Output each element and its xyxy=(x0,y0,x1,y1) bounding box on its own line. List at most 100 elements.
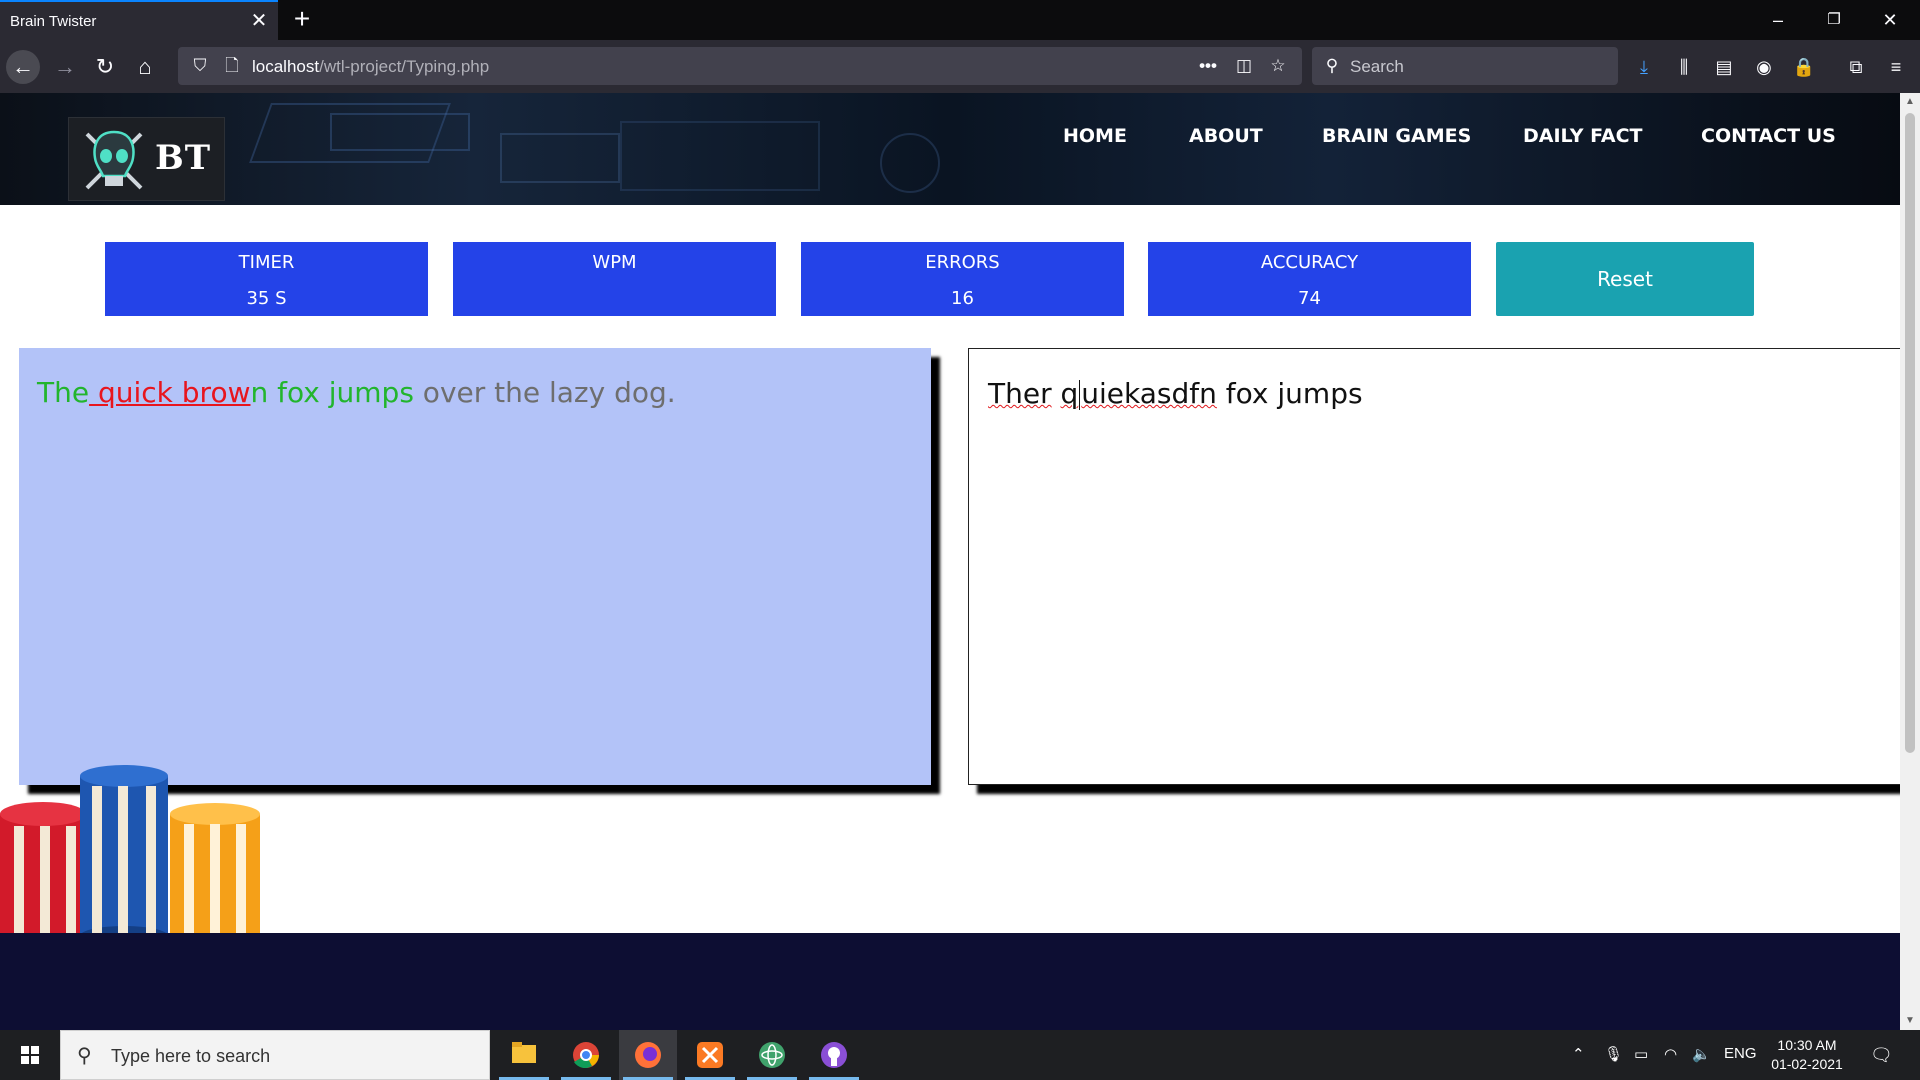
url-host: localhost xyxy=(252,57,320,76)
search-bar[interactable]: ⚲ Search xyxy=(1312,47,1618,85)
shield-icon[interactable]: ⛉ xyxy=(188,54,212,78)
correct-text: The xyxy=(37,376,90,409)
firefox-icon[interactable] xyxy=(619,1030,677,1080)
wifi-icon[interactable]: ◠ xyxy=(1664,1045,1677,1063)
extension-lock-icon[interactable]: 🔒 xyxy=(1790,53,1818,81)
header-deco xyxy=(330,113,470,151)
target-text: The quick brown fox jumps over the lazy … xyxy=(37,376,676,409)
page-scrollbar[interactable]: ▲ ▼ xyxy=(1900,93,1920,1030)
nav-about[interactable]: ABOUT xyxy=(1189,125,1263,147)
tab-close-icon[interactable]: ✕ xyxy=(248,10,270,32)
sidebar-icon[interactable]: ▤ xyxy=(1710,53,1738,81)
volume-icon[interactable]: 🔈 xyxy=(1692,1045,1711,1063)
battery-icon[interactable]: ▭ xyxy=(1634,1045,1648,1063)
errors-label: ERRORS xyxy=(925,252,1000,273)
remaining-text: over the lazy dog. xyxy=(413,376,676,409)
accuracy-value: 74 xyxy=(1298,288,1321,309)
page-actions-icon[interactable]: ••• xyxy=(1196,54,1220,78)
bookmark-star-icon[interactable]: ☆ xyxy=(1266,54,1290,78)
language-indicator[interactable]: ENG xyxy=(1724,1045,1757,1062)
taskbar-search-placeholder: Type here to search xyxy=(111,1046,271,1066)
atom-icon[interactable] xyxy=(743,1030,801,1080)
wpm-label: WPM xyxy=(592,252,637,273)
xampp-icon[interactable] xyxy=(681,1030,739,1080)
library-icon[interactable]: ⫼ xyxy=(1670,53,1698,81)
scroll-down-icon[interactable]: ▼ xyxy=(1900,1012,1920,1030)
microphone-icon[interactable]: 🎙 xyxy=(1604,1045,1623,1063)
chrome-icon[interactable] xyxy=(557,1030,615,1080)
reload-icon[interactable]: ↻ xyxy=(88,50,122,84)
page-viewport: BT HOME ABOUT BRAIN GAMES DAILY FACT CON… xyxy=(0,93,1900,1030)
url-bar[interactable]: ⛉ 🗋 localhost/wtl-project/Typing.php •••… xyxy=(178,47,1302,85)
tab-title: Brain Twister xyxy=(10,13,97,30)
window-close-icon[interactable]: ✕ xyxy=(1862,0,1918,40)
folder-icon xyxy=(512,1042,536,1063)
scroll-thumb[interactable] xyxy=(1905,113,1915,753)
accuracy-box: ACCURACY 74 xyxy=(1148,242,1471,316)
errors-box: ERRORS 16 xyxy=(801,242,1124,316)
search-icon: ⚲ xyxy=(1325,56,1339,75)
forward-icon[interactable]: → xyxy=(48,50,82,84)
firefox-logo-icon xyxy=(635,1042,661,1068)
taskbar-search[interactable]: ⚲ Type here to search xyxy=(60,1030,490,1080)
nav-daily-fact[interactable]: DAILY FACT xyxy=(1523,125,1642,147)
header-deco xyxy=(880,133,940,193)
downloads-icon[interactable]: ⤓ xyxy=(1630,53,1658,81)
home-icon[interactable]: ⌂ xyxy=(128,50,162,84)
tray-chevron-icon[interactable]: ⌃ xyxy=(1572,1045,1585,1063)
misspelled-word: uiekasdfn xyxy=(1081,377,1217,410)
correct-text: n fox jumps xyxy=(250,376,414,409)
misspelled-word: q xyxy=(1060,377,1079,410)
typing-input[interactable]: Ther q uiekasdfn fox jumps xyxy=(968,348,1900,785)
page-info-icon[interactable]: 🗋 xyxy=(220,54,244,78)
xampp-logo-icon xyxy=(697,1042,723,1068)
atom-logo-icon xyxy=(759,1042,785,1068)
notifications-icon[interactable]: 🗨 xyxy=(1870,1045,1893,1066)
site-footer xyxy=(0,933,1900,1030)
timer-box: TIMER 35 S xyxy=(105,242,428,316)
header-deco xyxy=(620,121,820,191)
taskbar-clock[interactable]: 10:30 AM 01-02-2021 xyxy=(1764,1036,1850,1074)
nav-home[interactable]: HOME xyxy=(1063,125,1127,147)
github-desktop-icon[interactable] xyxy=(805,1030,863,1080)
site-logo[interactable]: BT xyxy=(68,117,225,201)
skull-logo-icon xyxy=(85,130,143,190)
back-icon[interactable]: ← xyxy=(6,50,40,84)
nav-brain-games[interactable]: BRAIN GAMES xyxy=(1322,125,1471,147)
misspelled-word: Ther xyxy=(988,377,1052,410)
timer-label: TIMER xyxy=(238,252,295,273)
accuracy-label: ACCURACY xyxy=(1260,252,1359,273)
browser-toolbar: ← → ↻ ⌂ ⛉ 🗋 localhost/wtl-project/Typing… xyxy=(0,40,1920,93)
wpm-box: WPM xyxy=(453,242,776,316)
new-tab-icon[interactable]: + xyxy=(288,5,316,34)
site-header: BT HOME ABOUT BRAIN GAMES DAILY FACT CON… xyxy=(0,93,1900,205)
screen: Brain Twister ✕ + – ❐ ✕ ← → ↻ ⌂ ⛉ 🗋 loca… xyxy=(0,0,1920,1080)
timer-value: 35 S xyxy=(246,288,287,309)
blue-chip-stack xyxy=(80,765,168,946)
logo-text: BT xyxy=(155,138,212,178)
poker-chips-image xyxy=(0,765,260,954)
reset-button[interactable]: Reset xyxy=(1496,242,1754,316)
file-explorer-icon[interactable] xyxy=(495,1030,553,1080)
chrome-logo-icon xyxy=(573,1042,599,1069)
scroll-up-icon[interactable]: ▲ xyxy=(1900,93,1920,111)
nav-contact-us[interactable]: CONTACT US xyxy=(1701,125,1836,147)
extensions-icon[interactable]: ⧉ xyxy=(1842,53,1870,81)
minimize-icon[interactable]: – xyxy=(1750,0,1806,40)
target-text-panel: The quick brown fox jumps over the lazy … xyxy=(19,348,931,785)
url-text[interactable]: localhost/wtl-project/Typing.php xyxy=(252,57,489,77)
url-path: /wtl-project/Typing.php xyxy=(319,57,490,76)
github-logo-icon xyxy=(821,1042,847,1068)
browser-tab[interactable]: Brain Twister ✕ xyxy=(0,0,278,40)
windows-taskbar: ⚲ Type here to search ⌃ 🎙 ▭ ◠ 🔈 ENG 10:3… xyxy=(0,1030,1920,1080)
account-icon[interactable]: ◉ xyxy=(1750,53,1778,81)
restore-icon[interactable]: ❐ xyxy=(1806,0,1862,40)
windows-start-icon[interactable] xyxy=(0,1030,60,1080)
menu-icon[interactable]: ≡ xyxy=(1882,53,1910,81)
error-text: quick brow xyxy=(89,376,251,409)
clock-date: 01-02-2021 xyxy=(1771,1056,1843,1072)
typed-text[interactable]: Ther q uiekasdfn fox jumps xyxy=(988,377,1363,410)
search-icon: ⚲ xyxy=(77,1045,92,1067)
pocket-icon[interactable]: ◫ xyxy=(1232,54,1256,78)
browser-tabstrip: Brain Twister ✕ + – ❐ ✕ xyxy=(0,0,1920,40)
